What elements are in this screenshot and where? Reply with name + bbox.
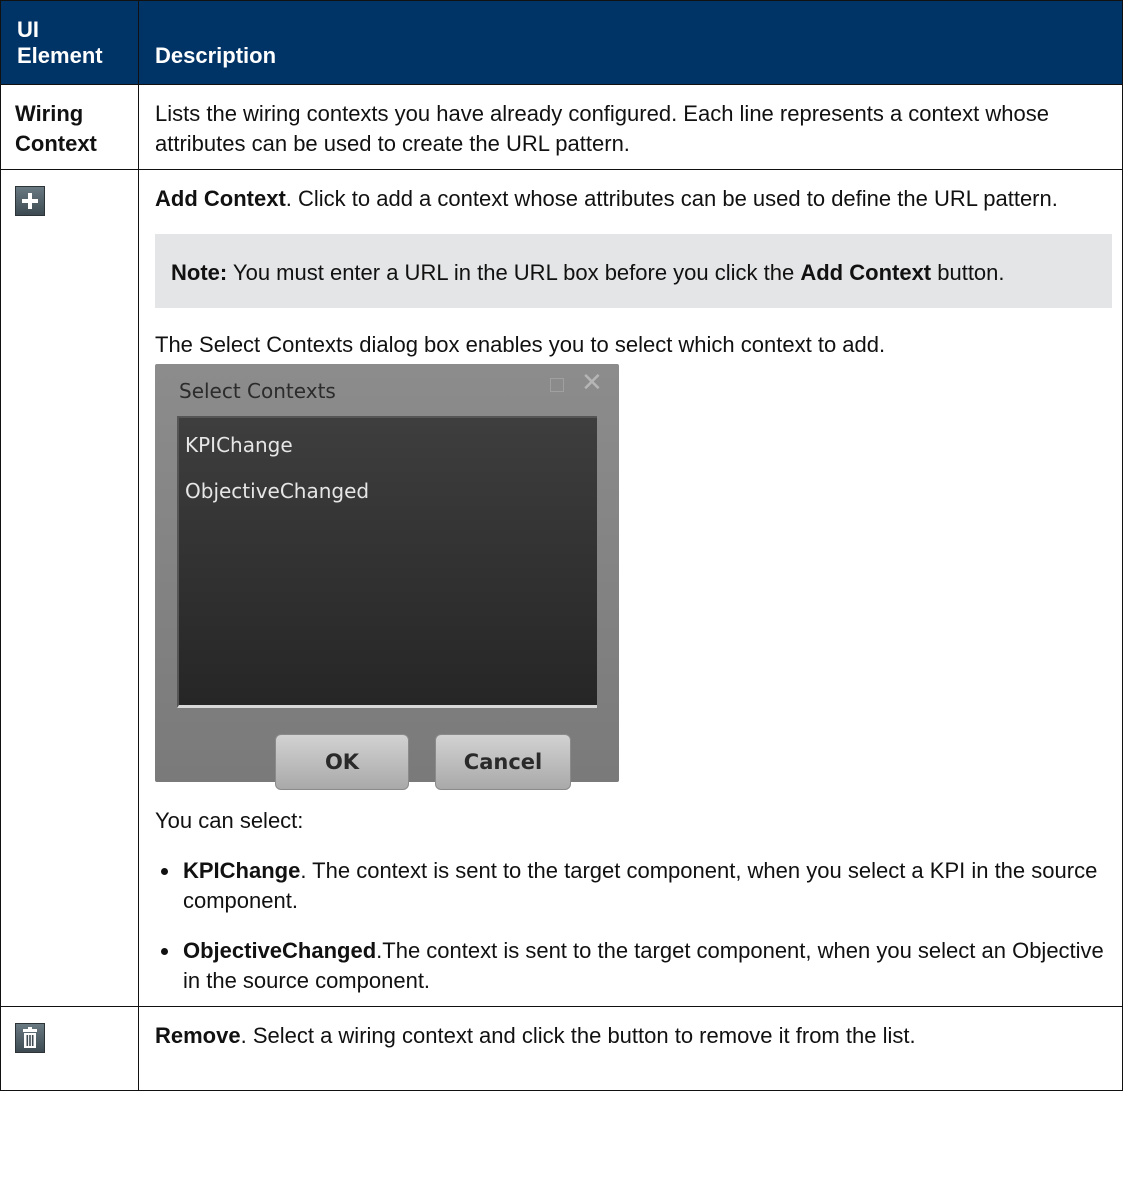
select-intro: You can select: — [155, 808, 304, 833]
table-row-remove: Remove. Select a wiring context and clic… — [0, 1006, 1123, 1091]
bullet-icon — [161, 948, 168, 955]
element-cell — [0, 1006, 139, 1091]
note-box: Note: You must enter a URL in the URL bo… — [155, 234, 1112, 308]
table-row-add-context: Add Context. Click to add a context whos… — [0, 169, 1123, 1007]
add-context-paragraph: Add Context. Click to add a context whos… — [155, 184, 1112, 214]
wiring-context-label: Wiring Context — [15, 101, 97, 156]
list-item: KPIChange. The context is sent to the ta… — [155, 856, 1112, 916]
ui-elements-table: UI Element Description Wiring Context Li… — [0, 0, 1123, 1091]
ok-button[interactable]: OK — [275, 734, 409, 790]
close-icon[interactable]: ✕ — [581, 368, 603, 398]
options-list: KPIChange. The context is sent to the ta… — [155, 856, 1112, 996]
list-item: ObjectiveChanged.The context is sent to … — [155, 936, 1112, 996]
select-contexts-dialog: Select Contexts ✕ KPIChange ObjectiveCha… — [155, 364, 619, 790]
trash-icon[interactable] — [15, 1023, 45, 1053]
option-name: KPIChange — [183, 858, 301, 883]
dialog-title: Select Contexts — [179, 379, 336, 403]
option-name: ObjectiveChanged — [183, 938, 377, 963]
add-context-text: . Click to add a context whose attribute… — [285, 186, 1058, 211]
plus-icon[interactable] — [15, 186, 45, 216]
wiring-context-description: Lists the wiring contexts you have alrea… — [155, 101, 1049, 156]
list-item[interactable]: ObjectiveChanged — [179, 468, 597, 514]
add-context-title: Add Context — [155, 186, 286, 211]
bullet-icon — [161, 868, 168, 875]
option-text: . The context is sent to the target comp… — [183, 858, 1098, 913]
remove-text: . Select a wiring context and click the … — [240, 1023, 916, 1048]
table-header-row: UI Element Description — [0, 0, 1123, 85]
note-label: Note: — [171, 260, 228, 285]
remove-title: Remove — [155, 1023, 241, 1048]
list-item[interactable]: KPIChange — [179, 422, 597, 468]
header-description: Description — [138, 0, 1123, 85]
description-cell: Lists the wiring contexts you have alrea… — [138, 84, 1123, 170]
note-bold: Add Context — [800, 260, 932, 285]
description-cell: Remove. Select a wiring context and clic… — [138, 1006, 1123, 1091]
note-text-1: You must enter a URL in the URL box befo… — [227, 260, 801, 285]
table-row-wiring-context: Wiring Context Lists the wiring contexts… — [0, 84, 1123, 170]
maximize-icon[interactable] — [550, 378, 564, 392]
element-cell: Wiring Context — [0, 84, 139, 170]
context-list[interactable]: KPIChange ObjectiveChanged — [177, 416, 597, 708]
dialog-intro: The Select Contexts dialog box enables y… — [155, 332, 886, 357]
header-ui-element: UI Element — [0, 0, 139, 85]
cancel-button[interactable]: Cancel — [435, 734, 571, 790]
note-text-2: button. — [931, 260, 1005, 285]
description-cell: Add Context. Click to add a context whos… — [138, 169, 1123, 1007]
element-cell — [0, 169, 139, 1007]
